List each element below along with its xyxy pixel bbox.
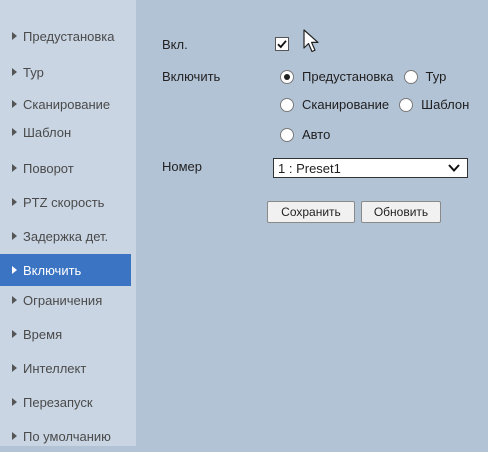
caret-right-icon [12, 296, 17, 304]
sidebar-item-label: Задержка дет. [23, 228, 109, 244]
radio-tour[interactable] [403, 69, 418, 84]
chevron-down-icon [448, 164, 460, 172]
radio-auto[interactable] [280, 127, 294, 142]
sidebar-item-pattern[interactable]: Шаблон [0, 116, 131, 148]
caret-right-icon [12, 68, 17, 76]
caret-right-icon [12, 32, 17, 40]
mode-row-3: Авто [280, 127, 340, 142]
sidebar-item-time[interactable]: Время [0, 318, 131, 350]
sidebar-item-label: Поворот [23, 160, 74, 176]
mode-label: Включить [162, 69, 221, 84]
sidebar-item-default[interactable]: По умолчанию [0, 420, 131, 452]
mode-row-1: Предустановка Тур [280, 69, 456, 84]
caret-right-icon [12, 128, 17, 136]
radio-scan[interactable] [280, 97, 294, 112]
caret-right-icon [12, 100, 17, 108]
enable-label: Вкл. [162, 37, 188, 52]
caret-right-icon [12, 432, 17, 440]
caret-right-icon [12, 364, 17, 372]
sidebar-item-label: Ограничения [23, 292, 103, 308]
sidebar-item-ptz-speed[interactable]: PTZ скорость [0, 186, 131, 218]
radio-pattern-label: Шаблон [421, 97, 470, 112]
save-button[interactable]: Сохранить [267, 201, 355, 223]
mouse-cursor-icon [303, 29, 319, 53]
caret-right-icon [12, 330, 17, 338]
radio-scan-label: Сканирование [302, 97, 390, 112]
radio-pattern[interactable] [399, 97, 414, 112]
sidebar-item-label: Сканирование [23, 96, 111, 112]
sidebar-item-label: Предустановка [23, 28, 115, 44]
radio-tour-label: Тур [425, 69, 447, 84]
sidebar: Предустановка Тур Сканирование Шаблон По… [0, 0, 136, 446]
radio-preset[interactable] [280, 69, 294, 84]
sidebar-item-pan[interactable]: Поворот [0, 152, 131, 184]
sidebar-item-label: PTZ скорость [23, 194, 105, 210]
caret-right-icon [12, 164, 17, 172]
caret-right-icon [12, 198, 17, 206]
caret-right-icon [12, 232, 17, 240]
sidebar-item-label: Перезапуск [23, 394, 93, 410]
enable-checkbox[interactable] [275, 37, 289, 51]
sidebar-item-label: Тур [23, 64, 44, 80]
caret-right-icon [12, 398, 17, 406]
number-select[interactable]: 1 : Preset1 [273, 158, 468, 178]
sidebar-item-idle-delay[interactable]: Задержка дет. [0, 220, 131, 252]
sidebar-item-tour[interactable]: Тур [0, 56, 131, 88]
sidebar-item-label: Включить [23, 262, 82, 278]
sidebar-item-preset[interactable]: Предустановка [0, 20, 131, 52]
refresh-button[interactable]: Обновить [361, 201, 441, 223]
sidebar-item-label: По умолчанию [23, 428, 111, 444]
mode-row-2: Сканирование Шаблон [280, 97, 479, 112]
sidebar-item-label: Шаблон [23, 124, 72, 140]
sidebar-item-restart[interactable]: Перезапуск [0, 386, 131, 418]
number-label: Номер [162, 159, 203, 174]
number-select-value: 1 : Preset1 [278, 160, 341, 176]
sidebar-item-label: Время [23, 326, 63, 342]
sidebar-item-limits[interactable]: Ограничения [0, 284, 131, 316]
checkmark-icon [277, 40, 287, 49]
sidebar-item-enable[interactable]: Включить [0, 254, 131, 286]
radio-preset-label: Предустановка [302, 69, 394, 84]
caret-right-icon [12, 266, 17, 274]
sidebar-item-intellect[interactable]: Интеллект [0, 352, 131, 384]
radio-auto-label: Авто [302, 127, 331, 142]
sidebar-item-label: Интеллект [23, 360, 87, 376]
